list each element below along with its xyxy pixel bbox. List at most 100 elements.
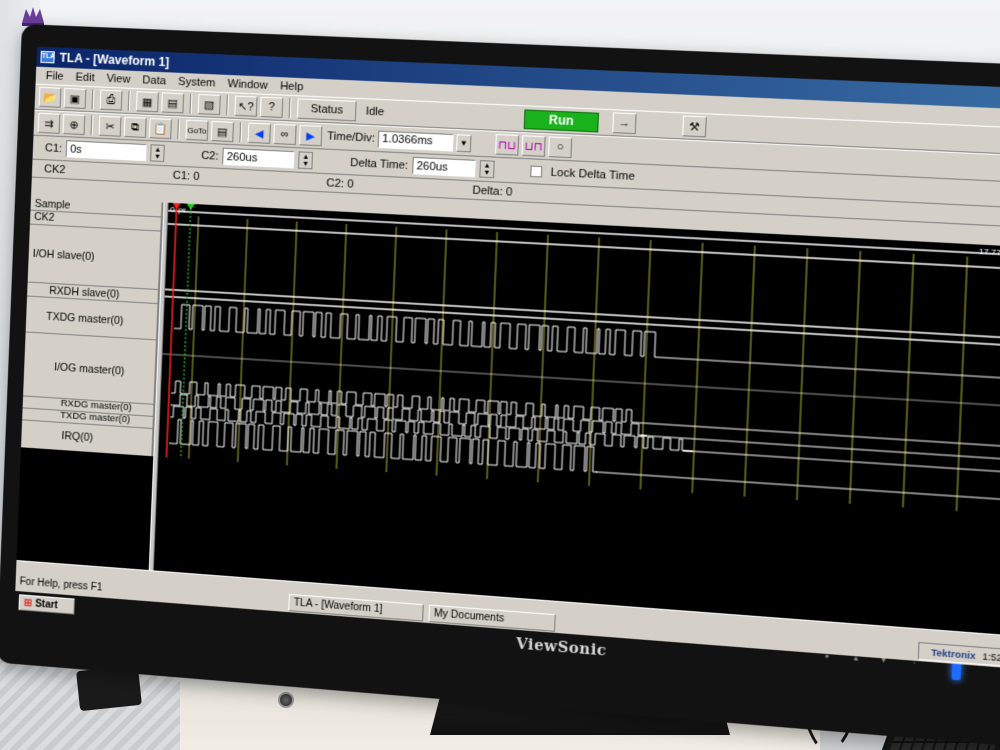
grid-line <box>744 246 755 497</box>
tla-app-icon: TLA <box>40 51 54 64</box>
c2-field[interactable]: 260us <box>222 148 294 169</box>
grid-line <box>956 257 967 511</box>
help-hint: For Help, press F1 <box>19 576 102 593</box>
channel-label-irq[interactable]: IRQ(0) <box>61 430 93 444</box>
properties-icon[interactable]: ▤ <box>211 121 234 142</box>
grid-line <box>692 243 702 493</box>
chevron-down-icon[interactable]: ▼ <box>456 134 471 152</box>
monitor: ViewSonic ● ▲ ▼ ◦ TLA TLA - [Waveform 1]… <box>0 24 1000 749</box>
toolbar-separator <box>92 89 95 109</box>
context-help-icon[interactable]: ↖? <box>234 96 257 117</box>
readout-signal: CK2 <box>44 163 66 176</box>
save-disk-icon[interactable]: ▣ <box>64 88 87 109</box>
channel-label-iog-master[interactable]: I/OG master(0) <box>54 361 125 377</box>
c1-spinner[interactable]: ▲ ▼ <box>150 144 165 162</box>
arrow-left-icon[interactable]: ◀ <box>248 123 271 144</box>
readout-c2: C2: 0 <box>326 177 354 191</box>
waveform-traces <box>159 211 1000 501</box>
channel-label-txdg-master[interactable]: TXDG master(0) <box>46 311 124 328</box>
arrow-right-icon[interactable]: → <box>612 112 636 134</box>
grid-line <box>538 235 548 483</box>
lock-delta-checkbox[interactable] <box>530 166 542 178</box>
clock[interactable]: 1:52 PM <box>982 651 1000 665</box>
menu-view[interactable]: View <box>100 72 136 86</box>
start-label: Start <box>35 598 58 611</box>
ruler-right-value: 17.777 <box>979 247 1000 258</box>
menu-window[interactable]: Window <box>221 77 274 91</box>
menu-edit[interactable]: Edit <box>69 71 101 84</box>
waveform-plot[interactable]: 0 ps 17.777 <box>154 203 1000 636</box>
binoculars-icon[interactable]: ∞ <box>273 124 296 145</box>
paste-icon[interactable]: 📋 <box>149 118 172 139</box>
channel-label-ioh-slave[interactable]: I/OH slave(0) <box>33 248 95 263</box>
magnifier-icon[interactable]: ○ <box>548 136 572 158</box>
open-folder-icon[interactable]: 📂 <box>39 87 62 108</box>
zoom-out-waveform-icon[interactable]: ⊔⊓ <box>522 135 546 157</box>
readout-c1: C1: 0 <box>173 169 200 182</box>
cursor-c2-line[interactable] <box>181 204 191 458</box>
print-icon[interactable]: ⎙ <box>100 90 123 111</box>
waveform-grid <box>158 203 1000 516</box>
flat-trace <box>165 296 1000 346</box>
c2-spinner[interactable]: ▲ ▼ <box>298 151 313 169</box>
run-button[interactable]: Run <box>524 109 599 132</box>
monitor-brand: ViewSonic <box>516 636 607 660</box>
delta-time-field[interactable]: 260us <box>412 157 476 178</box>
start-button[interactable]: ⊞ Start <box>18 594 74 614</box>
menu-system[interactable]: System <box>172 75 222 89</box>
label-divider <box>30 224 162 232</box>
arrow-right-blue-icon[interactable]: ▶ <box>299 125 323 146</box>
cut-icon[interactable]: ✂ <box>99 116 122 137</box>
trace-txdg-master-2 <box>170 406 1000 473</box>
task-label: My Documents <box>434 608 505 625</box>
grid-line <box>903 254 914 508</box>
c1-field[interactable]: 0s <box>66 140 147 161</box>
delta-time-label: Delta Time: <box>350 156 408 171</box>
tray-brand: Tektronix <box>931 647 976 661</box>
zoom-in-waveform-icon[interactable]: ⊓⊔ <box>495 134 519 156</box>
flat-trace <box>165 289 1000 338</box>
grid-line <box>336 224 346 469</box>
add-waveform-icon[interactable]: ⇉ <box>38 113 61 134</box>
add-bus-icon[interactable]: ⊕ <box>63 114 86 135</box>
lock-delta-label: Lock Delta Time <box>550 166 635 183</box>
task-label: TLA - [Waveform 1] <box>293 597 382 615</box>
windows-logo-icon: ⊞ <box>24 597 33 609</box>
screen: TLA TLA - [Waveform 1] File Edit View Da… <box>15 47 1000 670</box>
help-icon[interactable]: ? <box>260 97 283 118</box>
label-divider <box>26 331 158 340</box>
grid-line <box>850 251 861 504</box>
toolbar-separator <box>128 91 131 111</box>
toolbar-separator <box>289 98 292 118</box>
goto-button[interactable]: GoTo <box>185 120 208 141</box>
toolbar-separator <box>226 95 229 115</box>
channel-label-ck2[interactable]: CK2 <box>34 211 55 224</box>
menu-data[interactable]: Data <box>136 74 172 88</box>
trace-irq <box>169 419 1000 500</box>
ruler-left-unit: ps <box>178 207 186 215</box>
menu-help[interactable]: Help <box>274 79 310 93</box>
channel-labels: Sample CK2 I/OH slave(0) RXDH slave(0) T… <box>21 196 164 457</box>
menu-file[interactable]: File <box>40 69 70 82</box>
toolbar-separator <box>239 122 242 142</box>
system-window-icon[interactable]: ▧ <box>198 94 221 115</box>
window-title: TLA - [Waveform 1] <box>59 51 169 70</box>
chassis-knob[interactable] <box>278 692 294 708</box>
status-button[interactable]: Status <box>297 98 357 121</box>
timediv-value[interactable]: 1.0366ms <box>378 130 454 151</box>
grid-line <box>797 248 808 500</box>
grid-line <box>386 227 396 472</box>
toolbar-separator <box>91 115 94 135</box>
toolbar-separator <box>177 119 180 139</box>
grid-line <box>640 240 650 489</box>
toolbar-separator <box>189 94 192 114</box>
hammer-icon[interactable]: ⚒ <box>682 115 707 137</box>
new-window-icon[interactable]: ▤ <box>161 92 184 113</box>
copy-icon[interactable]: ⧉ <box>124 117 147 138</box>
timediv-label: Time/Div: <box>327 130 375 144</box>
status-value: Idle <box>366 105 385 118</box>
listing-window-icon[interactable]: ▦ <box>136 91 159 112</box>
c2-label: C2: <box>201 149 219 162</box>
cursor-c1-line[interactable] <box>166 203 176 457</box>
delta-spinner[interactable]: ▲ ▼ <box>479 160 494 178</box>
